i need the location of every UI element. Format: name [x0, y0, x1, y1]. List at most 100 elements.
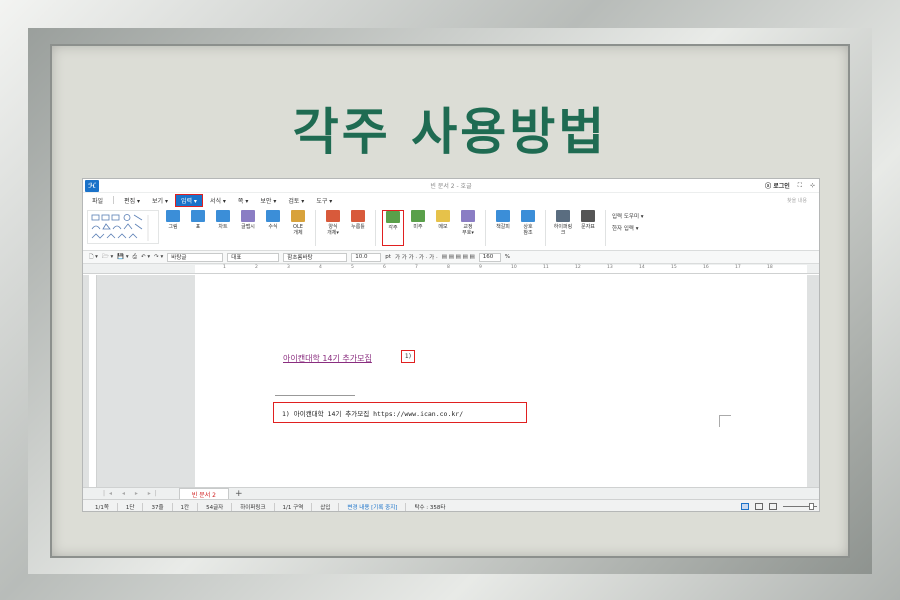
- menu-bar: 파일 편집 ▾ 보기 ▾ 입력 ▾ 서식 ▾ 쪽 ▾ 보안 ▾ 검토 ▾ 도구 ▾ 찾을 내용: [83, 193, 819, 207]
- language-select[interactable]: 대표: [227, 252, 280, 262]
- hwp-window: ℋ 빈 문서 2 - 호글 ⓧ 로그인 ⛶ ⊹ 파일 편집 ▾ 보기 ▾ 입력 ▾ 서식…: [82, 178, 820, 512]
- status-separator: [338, 502, 340, 511]
- ribbon-button[interactable]: OLE 개체: [287, 210, 309, 246]
- ribbon-buttons: 그림 표 차트 글맵시 수식 OLE 개체 양식 개체▾ 누름틀 각주 미주 메모 교정 부호▾ 책갈피…: [162, 210, 599, 246]
- new-doc-icon[interactable]: 🗋 ▾: [89, 253, 98, 262]
- title-bar: ℋ 빈 문서 2 - 호글 ⓧ 로그인 ⛶ ⊹: [83, 179, 819, 193]
- ruler-tick: 14: [639, 265, 645, 270]
- ruler-tick: 15: [671, 265, 677, 270]
- ribbon-button[interactable]: 미주: [407, 210, 429, 246]
- menu-item[interactable]: 서식 ▾: [205, 194, 231, 207]
- ribbon-button[interactable]: 양식 개체▾: [322, 210, 344, 246]
- ribbon-button-icon: [496, 210, 510, 222]
- ribbon-button-label: 각주: [388, 225, 398, 231]
- undo-icon[interactable]: ↶ ▾: [141, 254, 150, 260]
- document-page[interactable]: 아이캔대학 14기 추가모집 1) 1) 아이캔대학 14기 추가모집 http…: [195, 275, 807, 487]
- zoom-percent-label: %: [504, 254, 510, 260]
- ribbon-button[interactable]: 하이퍼링크: [552, 210, 574, 246]
- tab-navigation[interactable]: |◂ ◂ ▸ ▸|: [83, 490, 161, 497]
- add-tab-button[interactable]: +: [235, 489, 243, 499]
- menu-item[interactable]: 입력 ▾: [174, 193, 203, 207]
- ruler-tick: 13: [607, 265, 613, 270]
- ribbon-button-label: 책갈피: [496, 224, 510, 230]
- view-controls: [741, 503, 819, 510]
- vertical-ruler[interactable]: [89, 275, 97, 487]
- ribbon-button-label: 그림: [168, 224, 178, 230]
- char-format-buttons[interactable]: 가 가 가 · 가 · 가 ·: [395, 253, 438, 261]
- status-item: 1단: [125, 504, 135, 511]
- shapes-gallery[interactable]: [87, 210, 159, 244]
- ribbon-button[interactable]: 메모: [432, 210, 454, 246]
- ribbon-button[interactable]: 그림: [162, 210, 184, 246]
- ribbon-button[interactable]: 교정 부호▾: [457, 210, 479, 246]
- ribbon-button-icon: [241, 210, 255, 222]
- hanja-input-button[interactable]: 한자 입력 ▾: [612, 224, 644, 232]
- search-hint[interactable]: 찾을 내용: [787, 197, 819, 204]
- ribbon-button[interactable]: 수식: [262, 210, 284, 246]
- menu-item[interactable]: 보안 ▾: [255, 194, 281, 207]
- ribbon-button-icon: [166, 210, 180, 222]
- web-view-icon[interactable]: [755, 503, 763, 510]
- footnote-text[interactable]: 1) 아이캔대학 14기 추가모집 https://www.ican.co.kr…: [273, 402, 527, 423]
- menu-item[interactable]: 검토 ▾: [283, 194, 309, 207]
- print-icon[interactable]: ⎙: [133, 254, 137, 261]
- tab-document[interactable]: 빈 문서 2: [178, 487, 230, 500]
- ribbon-button[interactable]: 책갈피: [492, 210, 514, 246]
- horizontal-ruler[interactable]: 1 2 3 4 5 6 7 8 9 10 11 12 13 14 15 16 17 18: [83, 264, 819, 274]
- ribbon-toolbar: 그림 표 차트 글맵시 수식 OLE 개체 양식 개체▾ 누름틀 각주 미주 메모 교정 부호▾ 책갈피…: [83, 207, 819, 251]
- ribbon-button-icon: [351, 210, 365, 222]
- zoom-slider[interactable]: [783, 503, 817, 510]
- page-corner-mark: [719, 415, 731, 427]
- body-text[interactable]: 아이캔대학 14기 추가모집: [283, 353, 372, 364]
- ribbon-button[interactable]: 표: [187, 210, 209, 246]
- ribbon-separator: [485, 210, 486, 246]
- ruler-tick: 8: [447, 265, 450, 270]
- menu-separator: [113, 196, 115, 204]
- redo-icon[interactable]: ↷ ▾: [154, 254, 163, 260]
- style-select[interactable]: 바탕글: [167, 252, 224, 262]
- status-separator: [273, 502, 275, 511]
- menu-item[interactable]: 파일: [87, 194, 108, 207]
- outline-view-icon[interactable]: [769, 503, 777, 510]
- footnote-reference[interactable]: 1): [401, 350, 415, 363]
- ribbon-button[interactable]: 차트: [212, 210, 234, 246]
- font-size-input[interactable]: 10.0: [351, 252, 382, 262]
- menu-item[interactable]: 편집 ▾: [119, 194, 145, 207]
- align-icons[interactable]: ▤ ▤ ▤ ▤ ▤: [442, 254, 475, 260]
- status-item: 1/1 구역: [282, 504, 304, 511]
- shapes-icon: [91, 214, 149, 241]
- status-item: 1/1쪽: [95, 504, 109, 511]
- ribbon-separator: [315, 210, 316, 246]
- font-select[interactable]: 함초롬바탕: [283, 252, 348, 262]
- ribbon-button-icon: [326, 210, 340, 222]
- ribbon-button-label: 글맵시: [241, 224, 255, 230]
- ribbon-button-icon: [411, 210, 425, 222]
- ribbon-button[interactable]: 글맵시: [237, 210, 259, 246]
- open-folder-icon[interactable]: 🗁 ▾: [102, 253, 113, 262]
- input-helper-button[interactable]: 입력 도우미 ▾: [612, 212, 644, 220]
- ribbon-button[interactable]: 각주: [382, 210, 404, 246]
- zoom-slider-knob[interactable]: [809, 503, 814, 510]
- zoom-input[interactable]: 160: [478, 252, 501, 262]
- save-icon[interactable]: 💾 ▾: [117, 254, 128, 260]
- page-view-icon[interactable]: [741, 503, 749, 510]
- ribbon-button-label: 문자표: [581, 224, 595, 230]
- ribbon-button[interactable]: 상호 참조: [517, 210, 539, 246]
- ribbon-button-label: 하이퍼링크: [553, 224, 573, 236]
- status-item: 삽입: [320, 504, 331, 511]
- ribbon-button[interactable]: 누름틀: [347, 210, 369, 246]
- menu-item[interactable]: 도구 ▾: [311, 194, 337, 207]
- ribbon-separator: [605, 210, 606, 246]
- track-changes-status[interactable]: 변경 내용 [기록 중지]: [347, 503, 397, 511]
- ruler-tick: 1: [223, 265, 226, 270]
- status-separator: [171, 502, 173, 511]
- input-helpers: 입력 도우미 ▾ 한자 입력 ▾: [612, 210, 644, 232]
- menu-item[interactable]: 보기 ▾: [147, 194, 173, 207]
- ribbon-button[interactable]: 문자표: [577, 210, 599, 246]
- menu-item[interactable]: 쪽 ▾: [233, 194, 253, 207]
- document-workarea: 아이캔대학 14기 추가모집 1) 1) 아이캔대학 14기 추가모집 http…: [83, 275, 819, 487]
- ribbon-button-label: 누름틀: [351, 224, 365, 230]
- ribbon-button-label: 수식: [268, 224, 278, 230]
- status-separator: [405, 502, 407, 511]
- ribbon-button-label: 표: [195, 224, 201, 230]
